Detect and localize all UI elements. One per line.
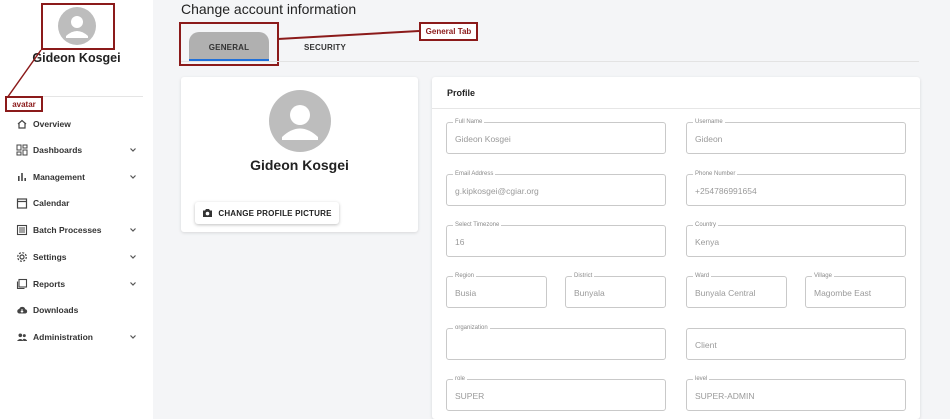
full-name-field[interactable]: Full Name Gideon Kosgei xyxy=(446,118,666,154)
sidebar-item-label: Management xyxy=(33,172,85,182)
ward-field[interactable]: Ward Bunyala Central xyxy=(686,272,787,308)
client-field[interactable]: Client xyxy=(686,328,906,360)
village-field[interactable]: Village Magombe East xyxy=(805,272,906,308)
field-label: Select Timezone xyxy=(453,221,502,229)
person-icon xyxy=(282,105,318,140)
profile-avatar xyxy=(269,90,331,152)
page-title: Change account information xyxy=(181,1,357,17)
field-value: Busia xyxy=(455,288,477,298)
app-root: Gideon Kosgei Overview Dashboards Manage… xyxy=(0,0,950,419)
gear-icon xyxy=(16,251,28,263)
people-icon xyxy=(16,331,28,343)
tab-security[interactable]: SECURITY xyxy=(290,40,360,54)
sidebar-item-label: Reports xyxy=(33,279,66,289)
sidebar-item-label: Dashboards xyxy=(33,145,83,155)
phone-field[interactable]: Phone Number +254786991654 xyxy=(686,170,906,206)
username-field[interactable]: Username Gideon xyxy=(686,118,906,154)
field-label: Ward xyxy=(693,272,712,280)
change-profile-picture-button[interactable]: CHANGE PROFILE PICTURE xyxy=(195,202,339,224)
camera-icon xyxy=(203,209,213,217)
field-label: District xyxy=(572,272,595,280)
sidebar-item-administration[interactable]: Administration xyxy=(16,328,142,346)
tab-general[interactable]: GENERAL xyxy=(189,32,269,62)
field-value: +254786991654 xyxy=(695,186,757,196)
profile-heading: Profile xyxy=(447,88,476,98)
calendar-icon xyxy=(16,197,28,209)
field-value: g.kipkosgei@cgiar.org xyxy=(455,186,539,196)
district-field[interactable]: District Bunyala xyxy=(565,272,666,308)
change-profile-picture-label: CHANGE PROFILE PICTURE xyxy=(218,208,332,218)
region-field[interactable]: Region Busia xyxy=(446,272,547,308)
level-field[interactable]: level SUPER-ADMIN xyxy=(686,375,906,411)
field-value: Bunyala xyxy=(574,288,605,298)
field-value: Gideon xyxy=(695,134,723,144)
field-label: organization xyxy=(453,324,490,332)
field-value: SUPER-ADMIN xyxy=(695,391,755,401)
field-value: Bunyala Central xyxy=(695,288,756,298)
sidebar-item-label: Overview xyxy=(33,119,71,129)
chevron-down-icon xyxy=(130,148,136,152)
country-field[interactable]: Country Kenya xyxy=(686,221,906,257)
sidebar-item-label: Administration xyxy=(33,332,93,342)
sidebar-item-batch-processes[interactable]: Batch Processes xyxy=(16,221,142,239)
field-label: role xyxy=(453,375,468,383)
field-value: 16 xyxy=(455,237,465,247)
chevron-down-icon xyxy=(130,335,136,339)
chevron-down-icon xyxy=(130,175,136,179)
sidebar-item-label: Batch Processes xyxy=(33,225,102,235)
email-field[interactable]: Email Address g.kipkosgei@cgiar.org xyxy=(446,170,666,206)
sidebar-item-label: Downloads xyxy=(33,305,79,315)
avatar-annotation-label: avatar xyxy=(5,96,43,112)
avatar-annotation-box xyxy=(41,3,115,50)
list-alt-icon xyxy=(16,224,28,236)
field-label: Full Name xyxy=(453,118,485,126)
field-label: Username xyxy=(693,118,725,126)
role-field[interactable]: role SUPER xyxy=(446,375,666,411)
home-icon xyxy=(16,118,28,130)
field-value: Magombe East xyxy=(814,288,872,298)
field-label: Country xyxy=(693,221,719,229)
profile-picture-card: Gideon Kosgei CHANGE PROFILE PICTURE xyxy=(181,77,418,232)
sidebar-item-settings[interactable]: Settings xyxy=(16,248,142,266)
profile-name: Gideon Kosgei xyxy=(250,157,349,173)
field-label: Village xyxy=(812,272,834,280)
dashboard-grid-icon xyxy=(16,144,28,156)
field-label: level xyxy=(693,375,710,383)
sidebar-item-management[interactable]: Management xyxy=(16,168,142,186)
sidebar: Gideon Kosgei Overview Dashboards Manage… xyxy=(0,0,153,419)
sidebar-item-calendar[interactable]: Calendar xyxy=(16,194,142,212)
timezone-select[interactable]: Select Timezone 16 xyxy=(446,221,666,257)
organization-field[interactable]: organization xyxy=(446,324,666,360)
sidebar-item-label: Calendar xyxy=(33,198,70,208)
library-books-icon xyxy=(16,278,28,290)
sidebar-item-overview[interactable]: Overview xyxy=(16,115,142,133)
profile-form-card: Profile Full Name Gideon Kosgei Username… xyxy=(432,77,920,419)
chevron-down-icon xyxy=(130,228,136,232)
field-value: Client xyxy=(695,340,717,350)
chevron-down-icon xyxy=(130,255,136,259)
field-label: Phone Number xyxy=(693,170,738,178)
cloud-download-icon xyxy=(16,304,28,316)
field-label: Region xyxy=(453,272,477,280)
field-label: Email Address xyxy=(453,170,496,178)
bar-chart-icon xyxy=(16,171,28,183)
profile-divider xyxy=(432,108,920,109)
sidebar-item-reports[interactable]: Reports xyxy=(16,275,142,293)
tabs-divider xyxy=(181,61,919,62)
sidebar-item-label: Settings xyxy=(33,252,67,262)
sidebar-item-dashboards[interactable]: Dashboards xyxy=(16,141,142,159)
field-value: Kenya xyxy=(695,237,720,247)
chevron-down-icon xyxy=(130,282,136,286)
sidebar-user-name: Gideon Kosgei xyxy=(32,51,121,65)
sidebar-item-downloads[interactable]: Downloads xyxy=(16,301,142,319)
field-value: Gideon Kosgei xyxy=(455,134,511,144)
general-tab-annotation-label: General Tab xyxy=(419,22,478,41)
field-value: SUPER xyxy=(455,391,485,401)
